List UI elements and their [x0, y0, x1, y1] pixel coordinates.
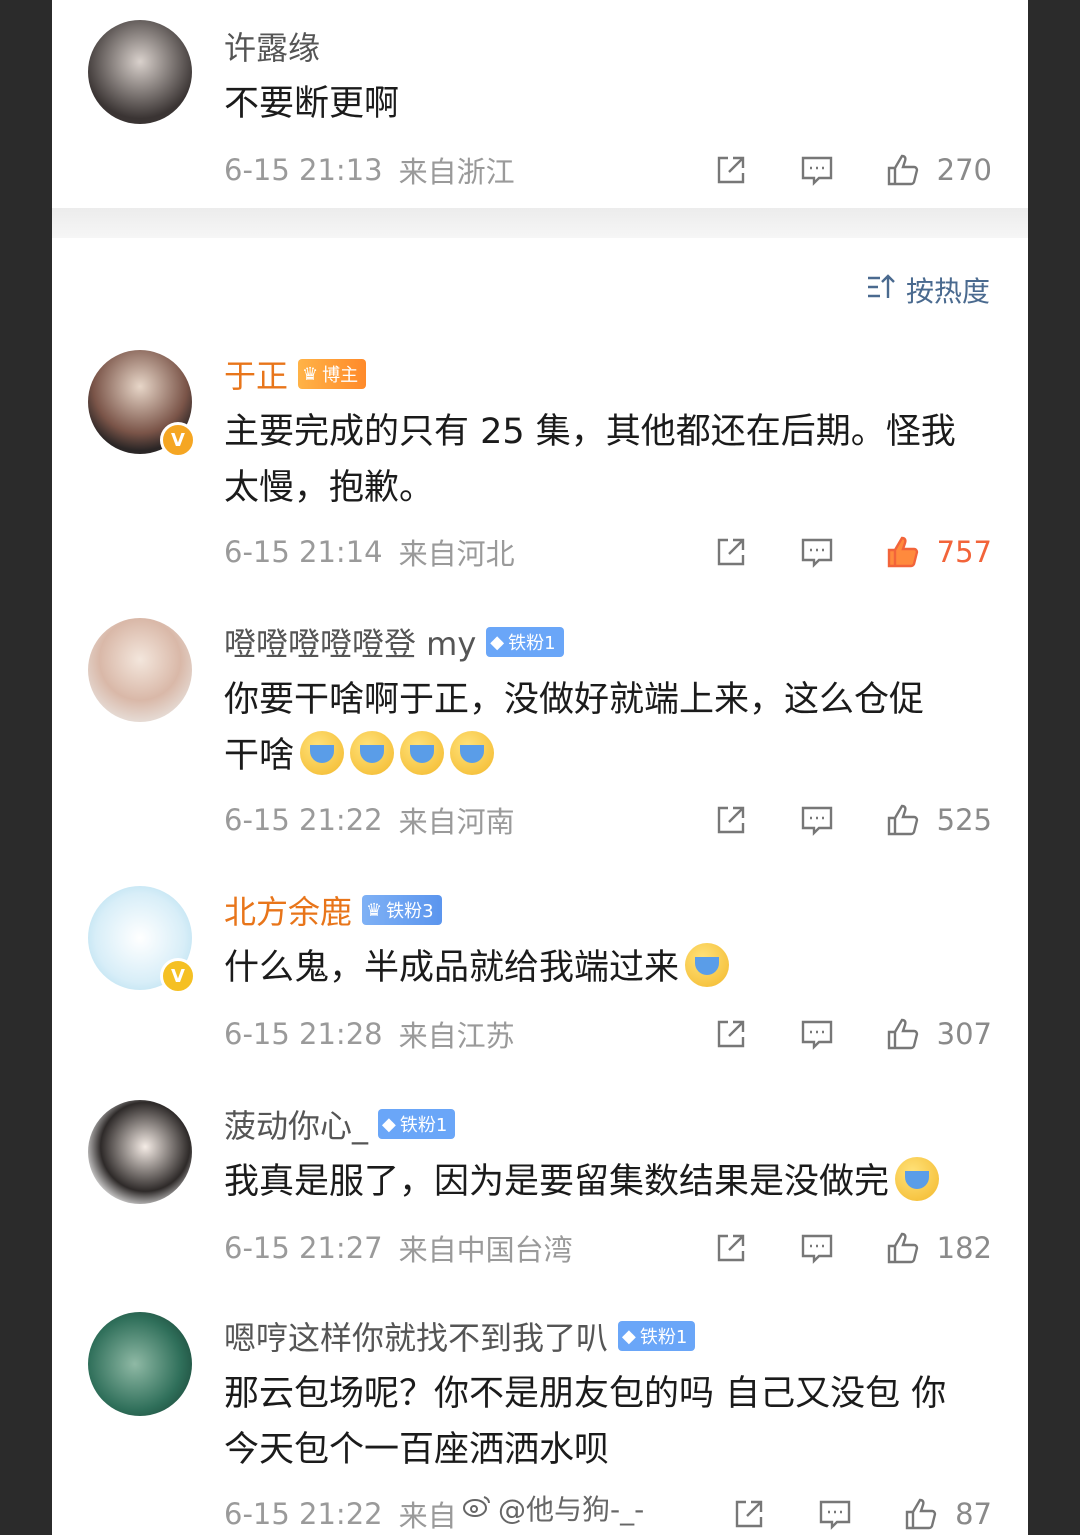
like-button[interactable]: 182 [883, 1228, 992, 1268]
fan-badge: ◆ 铁粉1 [486, 627, 564, 657]
share-icon[interactable] [711, 150, 751, 190]
comment-icon[interactable] [797, 800, 837, 840]
fan-badge: ◆ 铁粉1 [378, 1109, 456, 1139]
author-badge: ♛ 博主 [298, 359, 367, 389]
comment-icon[interactable] [815, 1494, 855, 1534]
comment-text: 主要完成的只有 25 集，其他都还在后期。怪我 [224, 412, 956, 452]
avatar[interactable] [88, 618, 192, 722]
comment-author[interactable]: 嗯哼这样你就找不到我了叭 [224, 1313, 608, 1359]
sort-label: 按热度 [905, 275, 990, 308]
comment-text: 你要干啥啊于正，没做好就端上来，这么仓促 [224, 680, 925, 720]
comment-location: 来自 [398, 1499, 457, 1533]
comment-author[interactable]: 北方余鹿 [224, 887, 352, 933]
watermark: @他与狗-_- [462, 1488, 644, 1528]
comment-text: 什么鬼，半成品就给我端过来 [224, 948, 680, 988]
share-icon[interactable] [711, 800, 751, 840]
share-icon[interactable] [711, 532, 751, 572]
comment-icon[interactable] [797, 1014, 837, 1054]
avatar[interactable] [88, 1312, 192, 1416]
comment-text-line2: 干啥 [224, 736, 295, 776]
section-divider [52, 208, 1028, 238]
comment-icon[interactable] [797, 532, 837, 572]
avatar[interactable] [88, 20, 192, 124]
sort-toggle[interactable]: 按热度 [866, 270, 990, 310]
comments-page: 许露缘 不要断更啊 6-15 21:13 来自浙江 270 按热度 V 于正 ♛… [52, 0, 1028, 1535]
thumbs-up-icon [883, 1014, 923, 1054]
comment-icon[interactable] [797, 150, 837, 190]
like-count: 270 [936, 153, 992, 187]
like-count: 757 [936, 535, 992, 569]
like-button[interactable]: 270 [883, 150, 992, 190]
like-button[interactable]: 757 [883, 532, 992, 572]
crying-emoji-icon [450, 731, 495, 775]
share-icon[interactable] [729, 1494, 769, 1534]
comment-time: 6-15 21:28 [224, 1017, 383, 1051]
diamond-icon: ◆ [382, 1113, 396, 1135]
diamond-icon: ◆ [490, 631, 505, 653]
like-count: 182 [936, 1231, 992, 1265]
comment-time: 6-15 21:22 [224, 1497, 383, 1531]
crying-emoji-icon [300, 731, 345, 775]
crying-emoji-icon [350, 731, 395, 775]
crying-emoji-icon [400, 731, 445, 775]
comment-location: 来自浙江 [398, 155, 515, 189]
comment-text-line2: 太慢，抱歉。 [224, 468, 435, 508]
like-count: 525 [936, 803, 992, 837]
like-button[interactable]: 87 [901, 1494, 992, 1534]
comment-text: 那云包场呢？你不是朋友包的吗 自己又没包 你 [224, 1374, 947, 1414]
share-icon[interactable] [711, 1014, 751, 1054]
comment-time: 6-15 21:27 [224, 1231, 383, 1265]
crown-icon: ♛ [302, 363, 319, 385]
like-button[interactable]: 307 [883, 1014, 992, 1054]
diamond-icon: ◆ [622, 1325, 636, 1347]
comment-author[interactable]: 许露缘 [224, 23, 320, 69]
avatar[interactable] [88, 1100, 192, 1204]
thumbs-up-icon [883, 532, 923, 572]
comment-time: 6-15 21:22 [224, 803, 383, 837]
sort-icon [866, 272, 898, 309]
crown-icon: ♛ [366, 899, 383, 921]
comment-icon[interactable] [797, 1228, 837, 1268]
laughing-crying-emoji-icon [895, 1157, 940, 1201]
share-icon[interactable] [711, 1228, 751, 1268]
comment-location: 来自河北 [398, 537, 515, 571]
fan-badge: ◆ 铁粉1 [618, 1321, 696, 1351]
comment-location: 来自河南 [398, 805, 515, 839]
comment-author[interactable]: 菠动你心_ [224, 1101, 368, 1147]
comment-time: 6-15 21:13 [224, 153, 383, 187]
comment-time: 6-15 21:14 [224, 535, 383, 569]
comment-author[interactable]: 于正 [224, 351, 288, 397]
fan-badge: ♛ 铁粉3 [362, 895, 442, 925]
thumbs-up-icon [883, 800, 923, 840]
comment-text: 不要断更啊 [224, 84, 400, 124]
thumbs-up-icon [883, 150, 923, 190]
verified-badge-icon: V [160, 958, 196, 994]
comment-location: 来自中国台湾 [398, 1233, 573, 1267]
comment-author[interactable]: 噔噔噔噔噔登 my [224, 619, 476, 665]
like-count: 307 [936, 1017, 992, 1051]
weibo-logo-icon [462, 1492, 492, 1525]
comment-location: 来自江苏 [398, 1019, 515, 1053]
thumbs-up-icon [883, 1228, 923, 1268]
laughing-crying-emoji-icon [685, 943, 730, 987]
like-button[interactable]: 525 [883, 800, 992, 840]
verified-badge-icon: V [160, 422, 196, 458]
comment-text: 我真是服了，因为是要留集数结果是没做完 [224, 1162, 890, 1202]
comment-text-line2: 今天包个一百座洒洒水呗 [224, 1430, 610, 1470]
thumbs-up-icon [901, 1494, 941, 1534]
like-count: 87 [955, 1497, 992, 1531]
